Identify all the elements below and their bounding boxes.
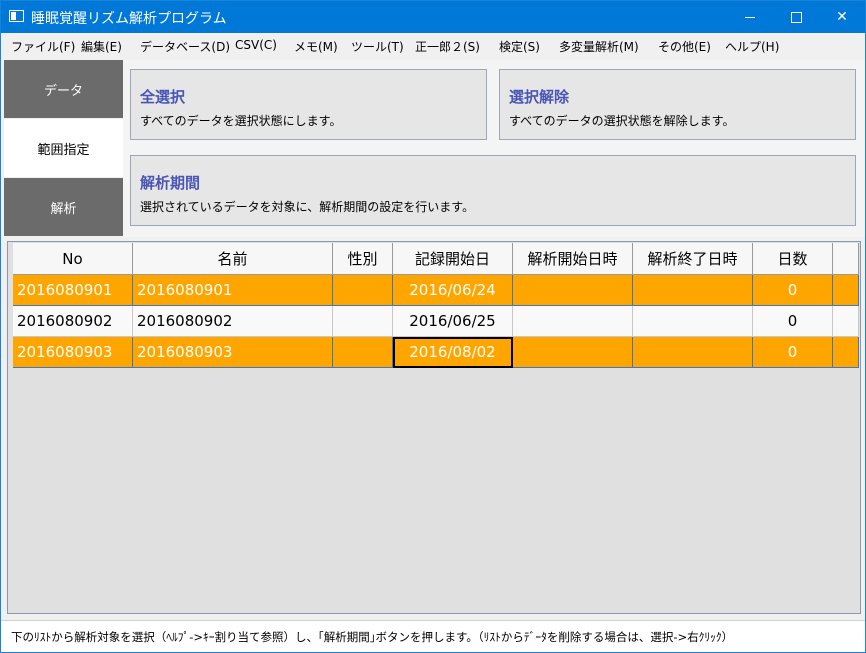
column-header-filler [833,243,859,275]
column-header-analysis-end[interactable]: 解析終了日時 [633,243,753,275]
tab-data[interactable]: データ [4,60,123,118]
maximize-button[interactable] [773,1,819,33]
tab-data-label: データ [43,83,83,99]
column-header-sex[interactable]: 性別 [333,243,393,275]
menu-help[interactable]: ヘルプ(H) [725,38,779,55]
menu-edit[interactable]: 編集(E) [81,38,122,55]
cell-days[interactable]: 0 [753,275,833,306]
menu-seiichiro[interactable]: 正一郎２(S) [415,38,480,55]
cell-no[interactable]: 2016080902 [13,306,133,337]
cell-days[interactable]: 0 [753,306,833,337]
menu-bar: ファイル(F) 編集(E) データベース(D) CSV(C) メモ(M) ツール… [1,33,865,58]
deselect-all-button[interactable]: 選択解除 すべてのデータの選択状態を解除します。 [499,69,856,140]
cell-name[interactable]: 2016080901 [133,275,333,306]
app-icon [9,10,24,22]
analysis-period-desc: 選択されているデータを対象に、解析期間の設定を行います。 [140,200,475,214]
close-icon: ✕ [836,9,848,25]
column-header-no[interactable]: No [13,243,133,275]
select-all-desc: すべてのデータを選択状態にします。 [140,114,342,128]
table-row[interactable]: 2016080902 2016080902 2016/06/25 0 [13,306,859,337]
maximize-icon [790,11,802,23]
cell-name[interactable]: 2016080902 [133,306,333,337]
cell-no[interactable]: 2016080903 [13,337,133,368]
menu-csv[interactable]: CSV(C) [235,38,277,52]
cell-sex[interactable] [333,306,393,337]
cell-record-start[interactable]: 2016/06/25 [393,306,513,337]
table-row[interactable]: 2016080903 2016080903 2016/08/02 0 [13,337,859,368]
window-title: 睡眠覚醒リズム解析プログラム [31,11,227,27]
tab-range-label: 範囲指定 [37,142,90,158]
range-panel: 全選択 すべてのデータを選択状態にします。 選択解除 すべてのデータの選択状態を… [123,60,865,237]
data-grid[interactable]: No 名前 性別 記録開始日 解析開始日時 解析終了日時 日数 20160809… [7,241,861,614]
status-text: 下のﾘｽﾄから解析対象を選択（ﾍﾙﾌﾟ->ｷｰ割り当て参照）し、｢解析期間｣ボタ… [11,630,734,644]
menu-multivariate[interactable]: 多変量解析(M) [559,38,639,55]
column-header-record-start[interactable]: 記録開始日 [393,243,513,275]
table-row[interactable]: 2016080901 2016080901 2016/06/24 0 [13,275,859,306]
cell-sex[interactable] [333,275,393,306]
select-all-button[interactable]: 全選択 すべてのデータを選択状態にします。 [130,69,487,140]
menu-memo[interactable]: メモ(M) [294,38,338,55]
cell-filler [833,275,859,306]
menu-database[interactable]: データベース(D) [140,38,230,55]
menu-other[interactable]: その他(E) [658,38,711,55]
cell-filler [833,337,859,368]
cell-name[interactable]: 2016080903 [133,337,333,368]
select-all-title: 全選択 [140,88,186,106]
deselect-all-title: 選択解除 [509,88,570,106]
cell-analysis-end[interactable] [633,306,753,337]
column-header-days[interactable]: 日数 [753,243,833,275]
cell-sex[interactable] [333,337,393,368]
close-button[interactable]: ✕ [819,1,865,33]
analysis-period-button[interactable]: 解析期間 選択されているデータを対象に、解析期間の設定を行います。 [130,155,856,226]
cell-analysis-end[interactable] [633,275,753,306]
column-header-analysis-start[interactable]: 解析開始日時 [513,243,633,275]
cell-record-start-focused[interactable]: 2016/08/02 [393,337,513,368]
minimize-button[interactable] [727,1,773,33]
menu-test[interactable]: 検定(S) [499,38,540,55]
cell-analysis-start[interactable] [513,306,633,337]
cell-analysis-start[interactable] [513,275,633,306]
cell-analysis-start[interactable] [513,337,633,368]
tab-analysis[interactable]: 解析 [4,178,123,236]
cell-analysis-end[interactable] [633,337,753,368]
cell-days[interactable]: 0 [753,337,833,368]
deselect-all-desc: すべてのデータの選択状態を解除します。 [509,114,735,128]
column-header-name[interactable]: 名前 [133,243,333,275]
analysis-period-title: 解析期間 [140,174,201,192]
title-bar: 睡眠覚醒リズム解析プログラム ✕ [1,1,865,33]
menu-file[interactable]: ファイル(F) [11,38,75,55]
tab-range[interactable]: 範囲指定 [4,119,123,177]
status-bar: 下のﾘｽﾄから解析対象を選択（ﾍﾙﾌﾟ->ｷｰ割り当て参照）し、｢解析期間｣ボタ… [1,620,865,652]
cell-no[interactable]: 2016080901 [13,275,133,306]
cell-record-start[interactable]: 2016/06/24 [393,275,513,306]
grid-header: No 名前 性別 記録開始日 解析開始日時 解析終了日時 日数 [13,243,859,275]
tab-analysis-label: 解析 [50,201,77,217]
cell-filler [833,306,859,337]
app-window: 睡眠覚醒リズム解析プログラム ✕ ファイル(F) 編集(E) データベース(D)… [0,0,866,653]
minimize-icon [745,16,755,18]
menu-tools[interactable]: ツール(T) [351,38,404,55]
